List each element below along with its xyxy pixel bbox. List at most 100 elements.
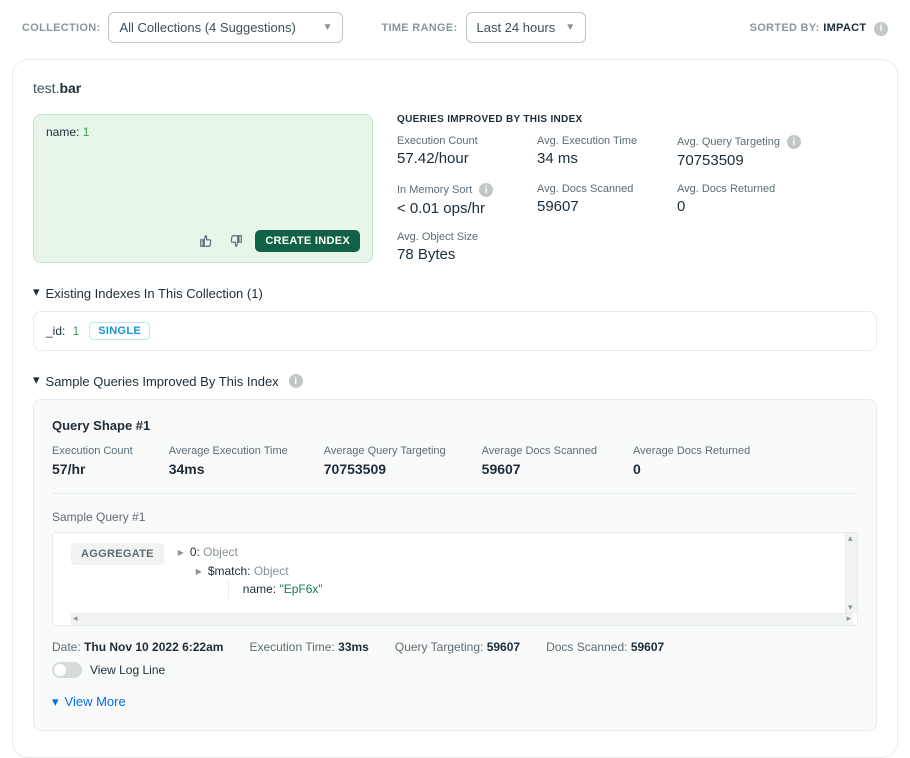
metric-label: Avg. Object Size: [397, 231, 507, 243]
index-and-metrics-row: name: 1 CREATE INDEX QUERIES IMPROVED BY…: [33, 114, 877, 263]
metric-value: 59607: [537, 198, 647, 215]
metric-label: Execution Count: [52, 445, 133, 457]
queries-improved-header: QUERIES IMPROVED BY THIS INDEX: [397, 114, 877, 125]
query-tree: ▸0: Object ▸$match: Object name: "EpF6x": [178, 543, 323, 599]
index-type-badge: SINGLE: [89, 322, 150, 340]
meta-exec-time: Execution Time: 33ms: [249, 640, 368, 654]
tree-row[interactable]: ▸$match: Object: [178, 562, 323, 581]
collection-select-value: All Collections (4 Suggestions): [119, 20, 295, 35]
info-icon[interactable]: i: [289, 374, 303, 388]
metric-value: 34ms: [169, 461, 288, 477]
metric-value: 70753509: [324, 461, 446, 477]
collection-select[interactable]: All Collections (4 Suggestions) ▼: [108, 12, 343, 43]
metric-label: Average Execution Time: [169, 445, 288, 457]
metric-label: Average Query Targeting: [324, 445, 446, 457]
sample-query-block: AGGREGATE ▸0: Object ▸$match: Object nam…: [52, 532, 858, 626]
db-name: test.: [33, 80, 59, 96]
metric-value: 0: [677, 198, 787, 215]
metric-label: Average Docs Returned: [633, 445, 750, 457]
metric-avg-exec-time: Avg. Execution Time 34 ms: [537, 135, 647, 169]
info-icon[interactable]: i: [787, 135, 801, 149]
suggested-index-box: name: 1 CREATE INDEX: [33, 114, 373, 263]
index-spec-value: 1: [83, 125, 90, 139]
timerange-select[interactable]: Last 24 hours ▼: [466, 12, 587, 43]
collection-label: COLLECTION:: [22, 22, 100, 34]
metric-value: 57.42/hour: [397, 150, 507, 167]
view-more-label: View More: [65, 694, 126, 709]
metric-execution-count: Execution Count 57.42/hour: [397, 135, 507, 169]
chevron-down-icon: ▼: [323, 22, 333, 33]
shape-metric-avg-docs-returned: Average Docs Returned 0: [633, 445, 750, 477]
view-more-link[interactable]: ▾ View More: [52, 694, 858, 710]
metric-label: In Memory Sorti: [397, 183, 507, 197]
shape-metric-execution-count: Execution Count 57/hr: [52, 445, 133, 477]
metric-avg-object-size: Avg. Object Size 78 Bytes: [397, 231, 507, 263]
chevron-down-icon: ▼: [565, 22, 575, 33]
shape-metrics-row: Execution Count 57/hr Average Execution …: [52, 445, 858, 477]
meta-docs-scanned: Docs Scanned: 59607: [546, 640, 664, 654]
chevron-down-icon: ▾: [33, 372, 40, 388]
view-log-line-toggle[interactable]: [52, 662, 82, 678]
metric-label: Execution Count: [397, 135, 507, 147]
tree-row: name: "EpF6x": [178, 580, 323, 599]
sample-meta-row: Date: Thu Nov 10 2022 6:22am Execution T…: [52, 640, 858, 654]
thumbs-down-button[interactable]: [225, 230, 247, 252]
shape-metric-avg-query-targeting: Average Query Targeting 70753509: [324, 445, 446, 477]
chevron-down-icon: ▾: [33, 284, 40, 300]
metric-avg-docs-scanned: Avg. Docs Scanned 59607: [537, 183, 647, 217]
horizontal-scrollbar[interactable]: ◂▸: [71, 613, 853, 625]
sorted-by: SORTED BY: IMPACT i: [750, 19, 888, 36]
sample-queries-toggle[interactable]: ▾ Sample Queries Improved By This Index …: [33, 373, 877, 389]
metric-label: Avg. Docs Returned: [677, 183, 787, 195]
metric-value: 57/hr: [52, 461, 133, 477]
shape-metric-avg-docs-scanned: Average Docs Scanned 59607: [482, 445, 597, 477]
sample-queries-section: ▾ Sample Queries Improved By This Index …: [33, 373, 877, 731]
metric-label: Avg. Query Targetingi: [677, 135, 801, 149]
queries-improved-panel: QUERIES IMPROVED BY THIS INDEX Execution…: [397, 114, 877, 263]
existing-index-row: _id: 1 SINGLE: [33, 311, 877, 351]
query-shape-title: Query Shape #1: [52, 418, 858, 433]
metrics-grid: Execution Count 57.42/hour Avg. Executio…: [397, 135, 877, 263]
query-type-pill: AGGREGATE: [71, 543, 164, 565]
suggestion-card: test.bar name: 1 CREATE INDEX QUERIES IM…: [12, 59, 898, 758]
metric-value: 34 ms: [537, 150, 647, 167]
sample-queries-header: Sample Queries Improved By This Index: [46, 374, 279, 389]
chevron-down-icon: ▾: [52, 694, 59, 710]
sorted-by-value: IMPACT: [823, 22, 866, 34]
top-filter-bar: COLLECTION: All Collections (4 Suggestio…: [12, 12, 898, 59]
query-shape-panel: Query Shape #1 Execution Count 57/hr Ave…: [33, 399, 877, 731]
existing-indexes-toggle[interactable]: ▾ Existing Indexes In This Collection (1…: [33, 285, 877, 301]
existing-index-key: _id: 1: [46, 324, 79, 339]
metric-label: Average Docs Scanned: [482, 445, 597, 457]
caret-right-icon: ▸: [178, 543, 184, 562]
existing-indexes-section: ▾ Existing Indexes In This Collection (1…: [33, 285, 877, 351]
metric-label: Avg. Execution Time: [537, 135, 647, 147]
metric-value: 78 Bytes: [397, 246, 507, 263]
meta-query-targeting: Query Targeting: 59607: [395, 640, 520, 654]
divider: [52, 493, 858, 494]
view-log-line-row: View Log Line: [52, 662, 858, 678]
metric-in-memory-sort: In Memory Sorti < 0.01 ops/hr: [397, 183, 507, 217]
metric-value: 59607: [482, 461, 597, 477]
create-index-button[interactable]: CREATE INDEX: [255, 230, 360, 252]
thumbs-up-button[interactable]: [195, 230, 217, 252]
tree-row[interactable]: ▸0: Object: [178, 543, 323, 562]
existing-indexes-header: Existing Indexes In This Collection (1): [46, 286, 263, 301]
metric-label: Avg. Docs Scanned: [537, 183, 647, 195]
index-spec: name: 1: [46, 125, 360, 140]
view-log-line-label: View Log Line: [90, 663, 165, 677]
metric-value: 70753509: [677, 152, 801, 169]
namespace: test.bar: [33, 80, 877, 96]
sample-query-label: Sample Query #1: [52, 510, 858, 524]
timerange-label: TIME RANGE:: [381, 22, 457, 34]
info-icon[interactable]: i: [479, 183, 493, 197]
index-spec-key: name:: [46, 125, 83, 139]
metric-avg-docs-returned: Avg. Docs Returned 0: [677, 183, 787, 217]
info-icon[interactable]: i: [874, 22, 888, 36]
collection-name: bar: [59, 80, 81, 96]
metric-value: 0: [633, 461, 750, 477]
metric-value: < 0.01 ops/hr: [397, 200, 507, 217]
timerange-select-value: Last 24 hours: [477, 20, 556, 35]
meta-date: Date: Thu Nov 10 2022 6:22am: [52, 640, 223, 654]
vertical-scrollbar[interactable]: ▴▾: [845, 533, 857, 613]
